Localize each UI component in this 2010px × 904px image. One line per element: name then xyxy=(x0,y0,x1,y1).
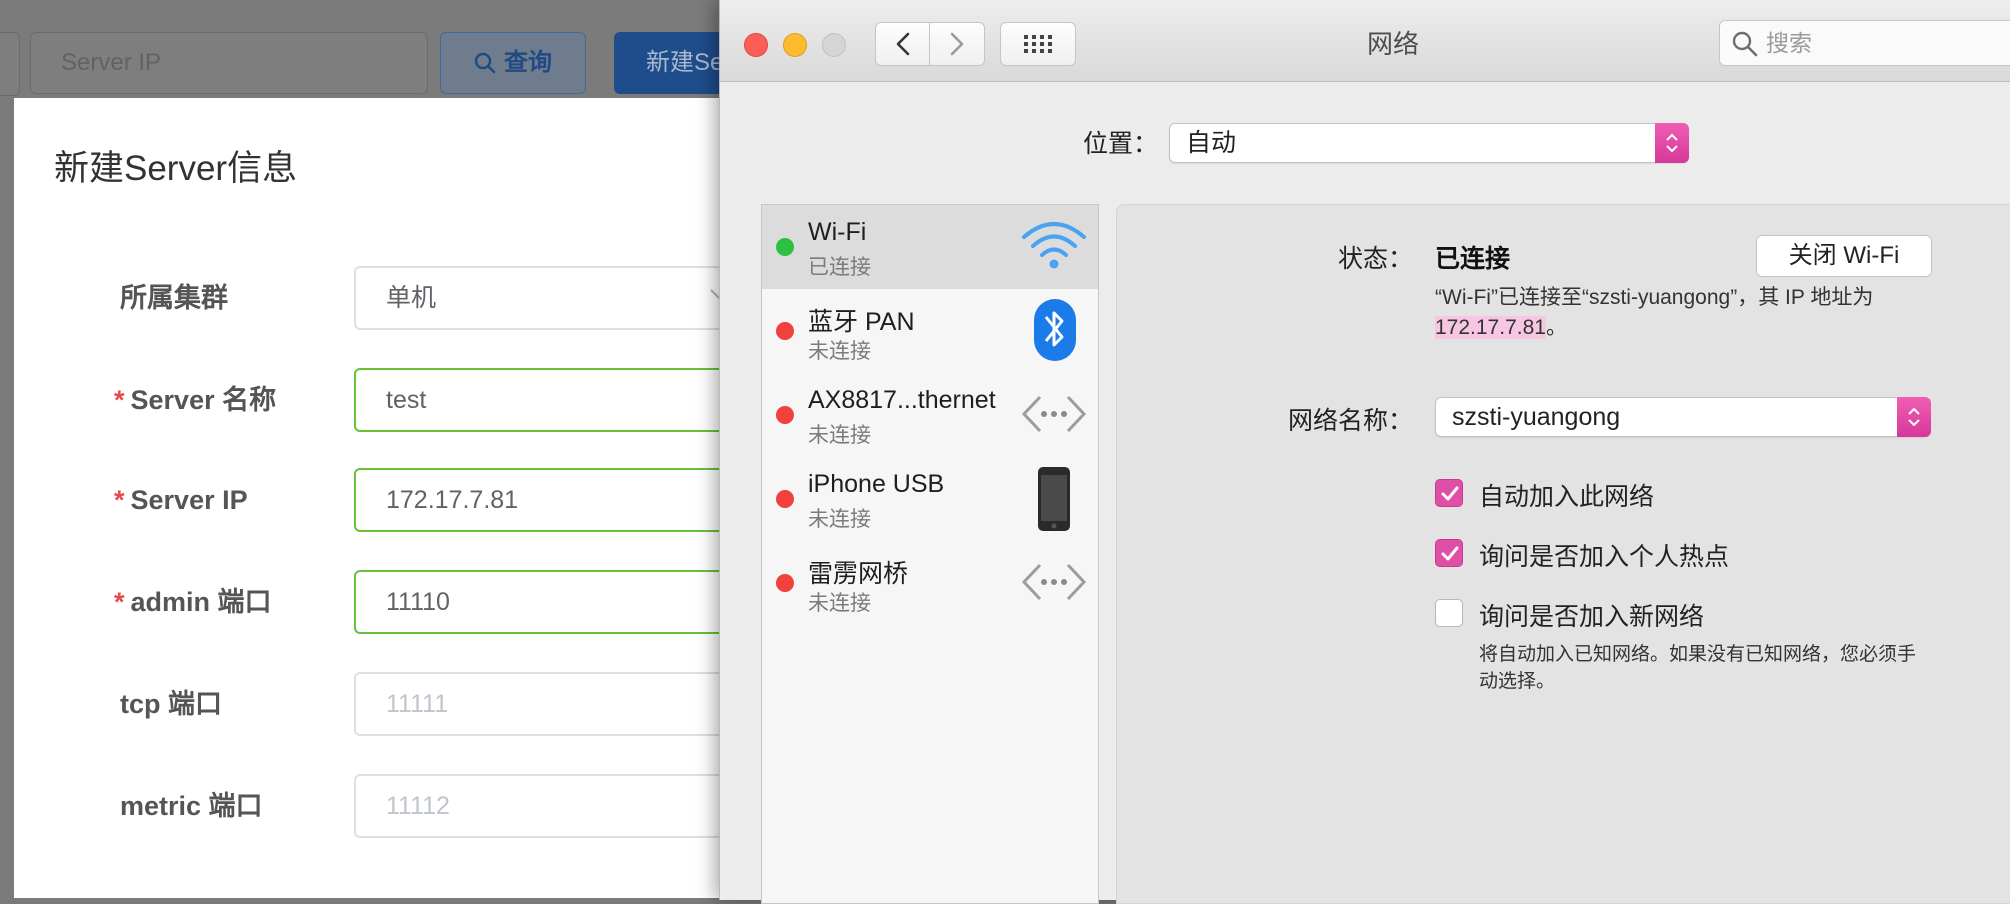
server-ip-search-input[interactable]: Server IP xyxy=(30,32,428,94)
service-name: iPhone USB xyxy=(808,470,945,498)
service-item-iphone-usb[interactable]: iPhone USB 未连接 xyxy=(762,457,1098,541)
ask-new-network-checkbox[interactable] xyxy=(1435,599,1463,627)
service-status: 未连接 xyxy=(808,340,871,363)
toolbar-left-control[interactable] xyxy=(0,32,20,96)
query-button-label: 查询 xyxy=(504,49,552,76)
tcp-port-input[interactable]: 11111 xyxy=(354,672,774,736)
status-dot xyxy=(776,490,794,508)
admin-port-input[interactable]: 11110 xyxy=(354,570,774,634)
search-icon xyxy=(1732,31,1758,57)
status-dot xyxy=(776,406,794,424)
form-row-tcp-port: tcp 端口 11111 xyxy=(14,672,774,736)
checkmark-icon xyxy=(1441,486,1459,501)
location-value: 自动 xyxy=(1186,129,1237,157)
search-icon xyxy=(474,52,496,74)
search-placeholder: 搜索 xyxy=(1766,30,1812,56)
service-name: AX8817...thernet xyxy=(808,386,996,414)
network-name-value: szsti-yuangong xyxy=(1452,403,1621,431)
bluetooth-icon xyxy=(1034,299,1076,361)
service-name: 雷雳网桥 xyxy=(808,560,909,588)
metric-port-input[interactable]: 11112 xyxy=(354,774,774,838)
server-ip-input[interactable]: 172.17.7.81 xyxy=(354,468,774,532)
ask-hotspot-label[interactable]: 询问是否加入个人热点 xyxy=(1479,537,1729,573)
service-item-thunderbolt-bridge[interactable]: 雷雳网桥 未连接 xyxy=(762,541,1098,625)
query-button[interactable]: 查询 xyxy=(440,32,586,94)
service-item-bluetooth-pan[interactable]: 蓝牙 PAN 未连接 xyxy=(762,289,1098,373)
network-preferences-window: 网络 搜索 位置： 自动 Wi-Fi 已连接 蓝牙 PAN 未连接 AX8817… xyxy=(719,0,2010,904)
form-row-server-name: * Server 名称 test xyxy=(14,368,774,432)
location-popup[interactable]: 自动 xyxy=(1169,123,1689,163)
tcp-port-label: tcp 端口 xyxy=(120,689,223,719)
form-row-server-ip: * Server IP 172.17.7.81 xyxy=(14,468,774,532)
ask-hotspot-checkbox[interactable] xyxy=(1435,539,1463,567)
status-dot xyxy=(776,322,794,340)
window-titlebar: 网络 搜索 xyxy=(720,0,2010,82)
service-status: 已连接 xyxy=(808,256,871,279)
server-ip-label: * Server IP xyxy=(114,485,248,515)
location-label: 位置： xyxy=(1083,130,1159,158)
admin-port-label: * admin 端口 xyxy=(114,587,272,617)
server-name-label: * Server 名称 xyxy=(114,385,277,415)
network-name-popup[interactable]: szsti-yuangong xyxy=(1435,397,1931,437)
ask-new-network-label[interactable]: 询问是否加入新网络 xyxy=(1479,597,1704,633)
dialog-title: 新建Server信息 xyxy=(54,149,298,188)
form-row-metric-port: metric 端口 11112 xyxy=(14,774,774,838)
service-item-ethernet[interactable]: AX8817...thernet 未连接 xyxy=(762,373,1098,457)
service-item-wifi[interactable]: Wi-Fi 已连接 xyxy=(762,205,1098,289)
preferences-search-field[interactable]: 搜索 xyxy=(1719,20,2010,66)
service-status: 未连接 xyxy=(808,424,871,447)
ip-address: 172.17.7.81 xyxy=(1435,316,1546,339)
metric-port-label: metric 端口 xyxy=(120,791,263,821)
popup-arrows-icon xyxy=(1655,123,1689,163)
status-label: 状态： xyxy=(1337,245,1413,273)
cluster-label: 所属集群 xyxy=(120,283,228,313)
wifi-detail-pane: 状态： 已连接 关闭 Wi-Fi “Wi-Fi”已连接至“szsti-yuang… xyxy=(1116,204,2010,904)
status-dot xyxy=(776,238,794,256)
service-status: 未连接 xyxy=(808,592,871,615)
auto-join-checkbox[interactable] xyxy=(1435,479,1463,507)
network-service-list: Wi-Fi 已连接 蓝牙 PAN 未连接 AX8817...thernet 未连… xyxy=(761,204,1099,904)
checkmark-icon xyxy=(1441,546,1459,561)
turn-off-wifi-button[interactable]: 关闭 Wi-Fi xyxy=(1756,235,1932,277)
popup-arrows-icon xyxy=(1897,397,1931,437)
status-dot xyxy=(776,574,794,592)
new-server-dialog: 新建Server信息 所属集群 单机 * Server 名称 test * Serv… xyxy=(14,98,774,898)
form-row-cluster: 所属集群 单机 xyxy=(14,266,774,330)
service-name: 蓝牙 PAN xyxy=(808,308,915,336)
ask-new-network-note: 将自动加入已知网络。如果没有已知网络，您必须手动选择。 xyxy=(1479,644,1917,692)
new-server-button[interactable]: 新建Se xyxy=(614,32,734,94)
auto-join-label[interactable]: 自动加入此网络 xyxy=(1479,477,1654,513)
form-row-admin-port: * admin 端口 11110 xyxy=(14,570,774,634)
ethernet-icon xyxy=(1021,395,1087,433)
wifi-icon xyxy=(1022,222,1086,269)
bridge-icon xyxy=(1021,563,1087,601)
server-name-input[interactable]: test xyxy=(354,368,774,432)
network-name-label: 网络名称： xyxy=(1287,407,1413,435)
iphone-icon xyxy=(1038,467,1070,531)
service-name: Wi-Fi xyxy=(808,218,867,246)
service-status: 未连接 xyxy=(808,508,871,531)
status-description: “Wi-Fi”已连接至“szsti-yuangong”，其 IP 地址为172.… xyxy=(1435,286,1874,339)
status-value: 已连接 xyxy=(1435,245,1511,273)
